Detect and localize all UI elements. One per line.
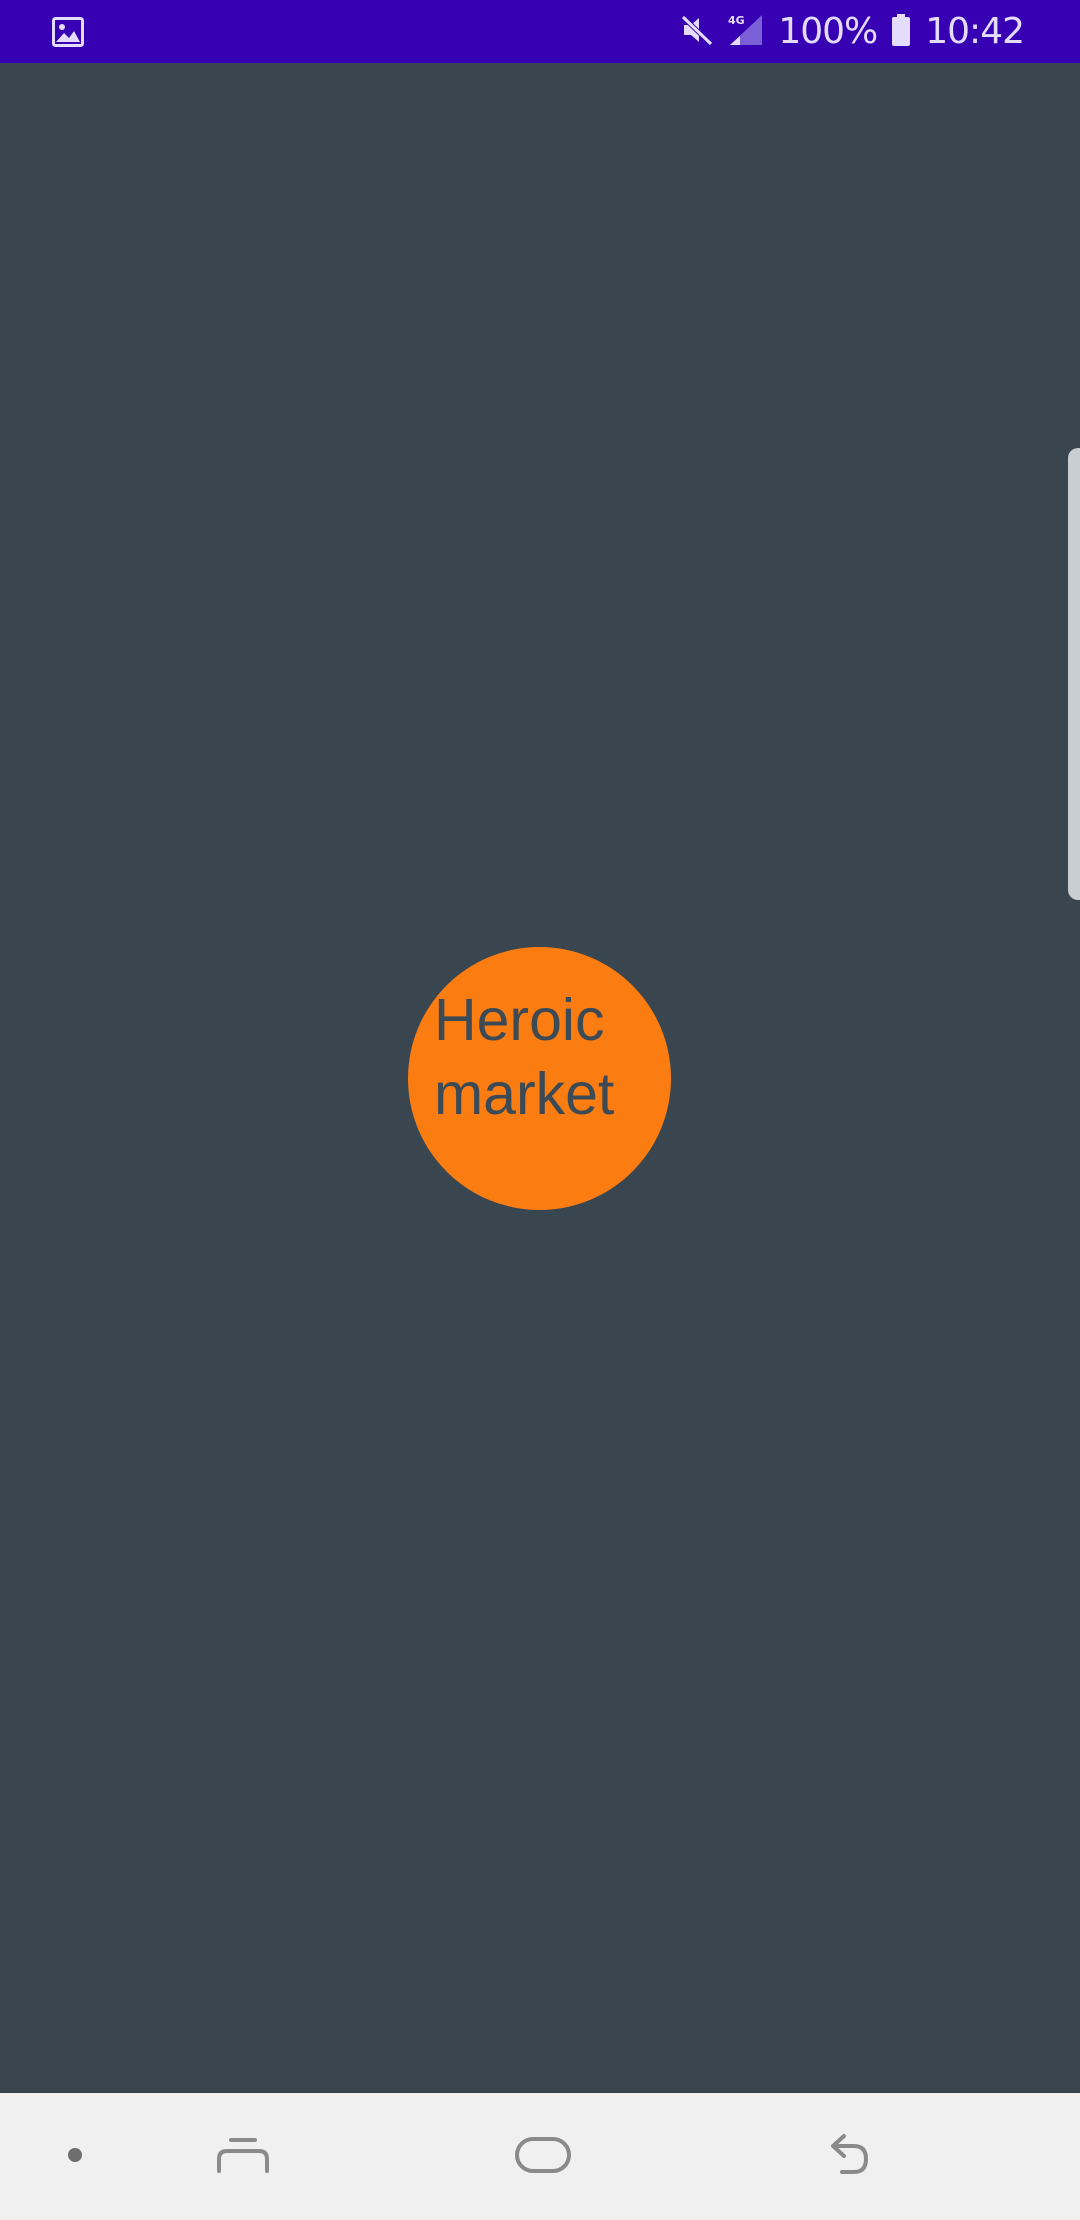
status-clock: 10:42 — [925, 11, 1025, 52]
back-icon — [824, 2132, 872, 2182]
app-logo: Heroic market — [408, 947, 671, 1210]
image-icon — [52, 17, 84, 47]
battery-percent: 100% — [778, 11, 878, 52]
status-icons: 4G 100% 10:42 — [680, 0, 1025, 63]
status-bar: 4G 100% 10:42 — [0, 0, 1080, 63]
dot-icon — [67, 2147, 83, 2167]
edge-panel-handle[interactable] — [1068, 448, 1080, 900]
recents-icon — [215, 2135, 271, 2179]
home-button[interactable] — [488, 2093, 598, 2220]
signal-4g-icon: 4G — [728, 13, 764, 51]
logo-line-1: Heroic — [434, 987, 605, 1053]
dot-indicator-button[interactable] — [40, 2093, 110, 2220]
recent-apps-button[interactable] — [190, 2093, 295, 2220]
logo-line-2: market — [434, 1061, 615, 1127]
mute-icon — [680, 13, 714, 51]
navigation-bar — [0, 2093, 1080, 2220]
logo-text: Heroic market — [434, 983, 614, 1131]
svg-text:4G: 4G — [728, 14, 745, 27]
home-icon — [514, 2135, 572, 2179]
battery-icon — [891, 13, 911, 50]
app-screen: 4G 100% 10:42 Heroic market — [0, 0, 1080, 2220]
back-button[interactable] — [795, 2093, 900, 2220]
